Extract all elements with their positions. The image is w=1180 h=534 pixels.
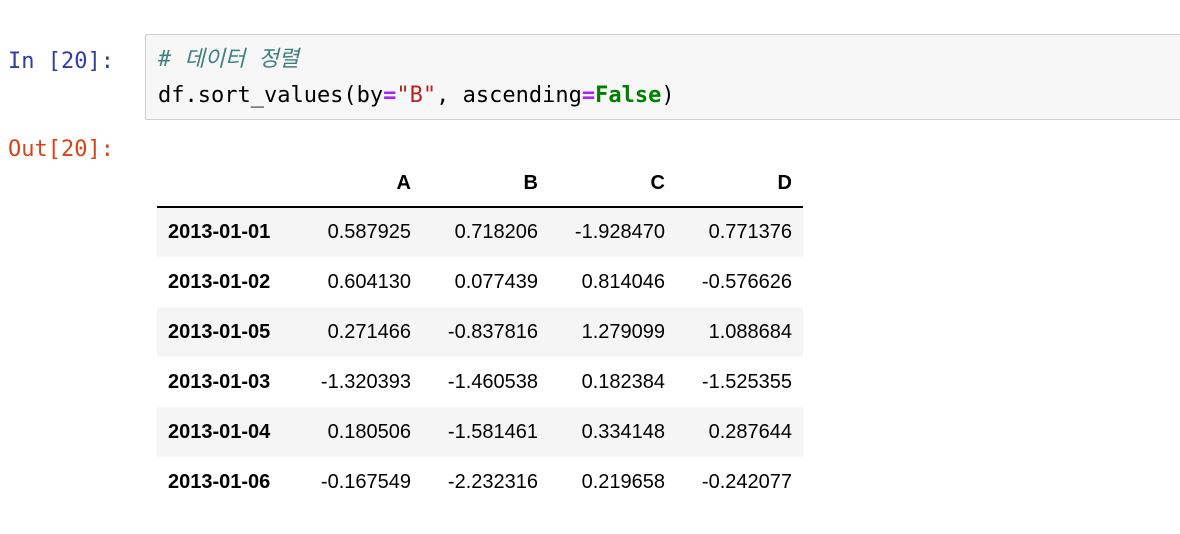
- cell-a: 0.271466: [327, 320, 411, 343]
- code-call-middle: , ascending: [436, 83, 582, 108]
- table-header-row: A B C D: [157, 160, 803, 208]
- cell-a: -1.320393: [320, 370, 411, 393]
- code-keyword-false: False: [595, 83, 662, 108]
- cell-d: 1.088684: [708, 320, 792, 343]
- cell-d: -0.576626: [701, 270, 792, 293]
- cell-b: 0.077439: [454, 270, 538, 293]
- column-header-d: D: [676, 160, 803, 208]
- output-prompt: Out[20]:: [8, 137, 114, 162]
- cell-b: -2.232316: [447, 470, 538, 493]
- code-operator-eq: =: [383, 83, 397, 108]
- column-header-b: B: [422, 160, 549, 208]
- cell-a: 0.604130: [327, 270, 411, 293]
- code-cell[interactable]: # 데이터 정렬 df.sort_values(by="B", ascendin…: [145, 34, 1180, 120]
- cell-c: 0.334148: [581, 420, 665, 443]
- column-header-a: A: [295, 160, 422, 208]
- code-comment: # 데이터 정렬: [158, 47, 299, 72]
- row-index: 2013-01-02: [168, 270, 271, 293]
- row-index: 2013-01-05: [168, 320, 271, 343]
- code-string-literal: "B": [396, 83, 437, 108]
- input-prompt: In [20]:: [8, 49, 114, 74]
- row-index: 2013-01-04: [168, 420, 271, 443]
- code-operator-eq: =: [581, 83, 596, 108]
- cell-b: -1.581461: [447, 420, 538, 443]
- row-index: 2013-01-06: [168, 470, 271, 493]
- cell-d: 0.771376: [708, 221, 792, 243]
- dataframe-table: A B C D 2013-01-01 0.587925 0.718206 -1.…: [157, 160, 803, 507]
- table-row: 2013-01-04 0.180506 -1.581461 0.334148 0…: [157, 407, 803, 457]
- column-header-c: C: [549, 160, 676, 208]
- table-row: 2013-01-01 0.587925 0.718206 -1.928470 0…: [157, 207, 803, 257]
- table-row: 2013-01-02 0.604130 0.077439 0.814046 -0…: [157, 257, 803, 307]
- code-line-call: df.sort_values(by="B", ascending=False): [158, 82, 675, 110]
- cell-d: -0.242077: [701, 470, 792, 493]
- cell-c: 0.182384: [581, 370, 665, 393]
- code-call-open: df.sort_values(by: [158, 83, 384, 108]
- index-header: [157, 160, 295, 208]
- cell-d: -1.525355: [701, 370, 792, 393]
- cell-c: 0.219658: [581, 470, 665, 493]
- cell-c: 1.279099: [581, 320, 665, 343]
- code-line-comment: # 데이터 정렬: [158, 46, 299, 74]
- cell-b: -1.460538: [447, 370, 538, 393]
- cell-c: -1.928470: [574, 221, 665, 243]
- cell-a: 0.587925: [327, 221, 411, 243]
- cell-a: -0.167549: [320, 470, 411, 493]
- table-row: 2013-01-05 0.271466 -0.837816 1.279099 1…: [157, 307, 803, 357]
- cell-a: 0.180506: [327, 420, 411, 443]
- row-index: 2013-01-01: [168, 221, 271, 243]
- table-row: 2013-01-06 -0.167549 -2.232316 0.219658 …: [157, 457, 803, 507]
- cell-c: 0.814046: [581, 270, 665, 293]
- row-index: 2013-01-03: [168, 370, 271, 393]
- cell-d: 0.287644: [708, 420, 792, 443]
- cell-b: -0.837816: [447, 320, 538, 343]
- cell-b: 0.718206: [454, 221, 538, 243]
- code-call-close: ): [661, 83, 675, 108]
- table-row: 2013-01-03 -1.320393 -1.460538 0.182384 …: [157, 357, 803, 407]
